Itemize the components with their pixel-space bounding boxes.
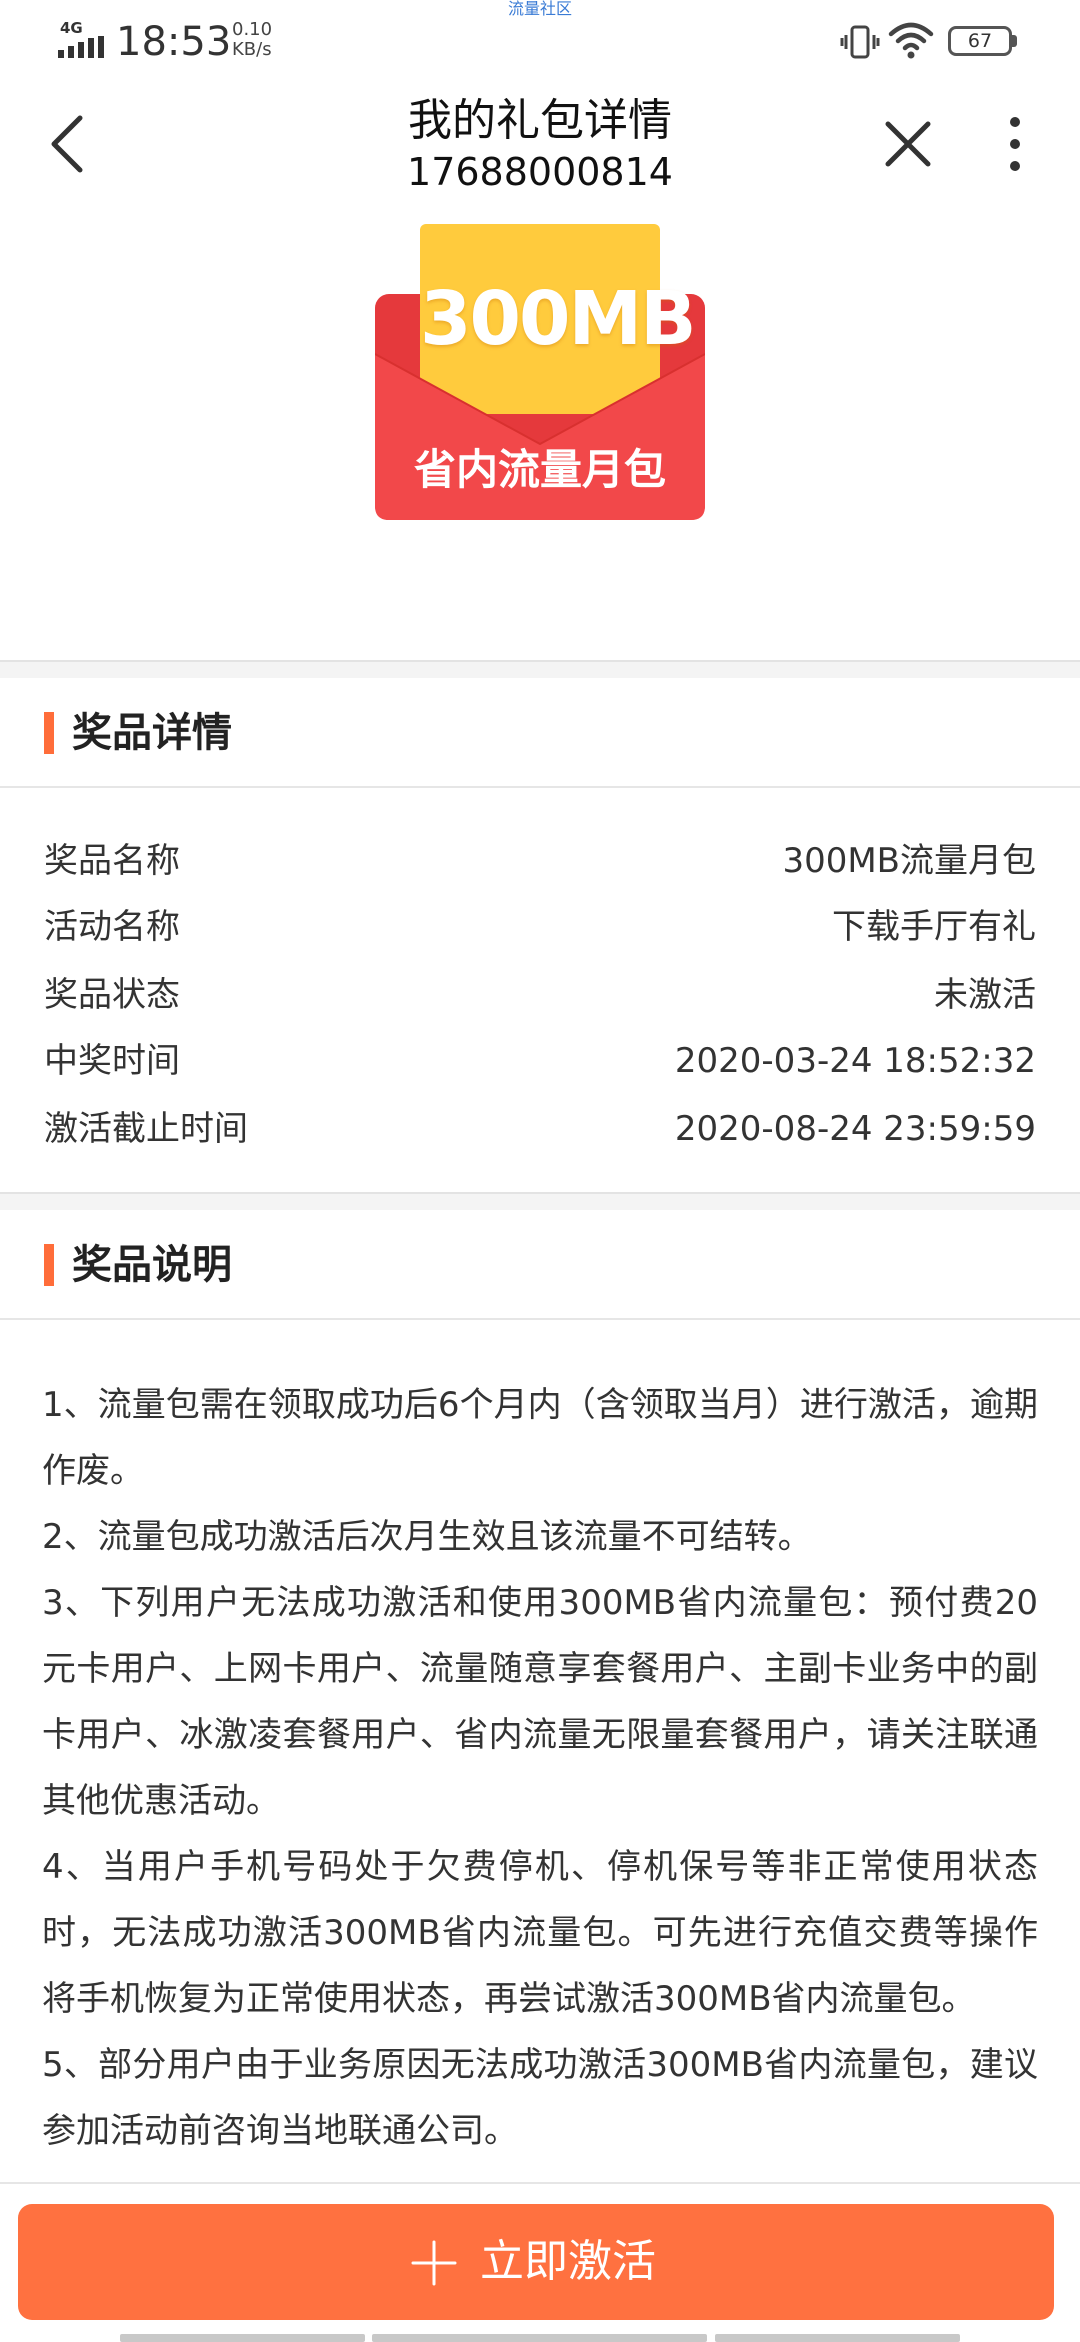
close-icon[interactable] [868,104,948,184]
more-icon[interactable] [990,104,1040,184]
page-title: 我的礼包详情 [408,95,672,146]
detail-row: 中奖时间 2020-03-24 18:52:32 [0,1028,1080,1094]
detail-value: 下载手厅有礼 [832,907,1036,947]
prize-details-list: 奖品名称 300MB流量月包 活动名称 下载手厅有礼 奖品状态 未激活 中奖时间… [0,800,1080,1190]
network-type: 4G [60,19,83,37]
activate-button[interactable]: 立即激活 [18,2204,1054,2320]
plus-icon [411,2240,457,2286]
envelope-label: 省内流量月包 [413,445,666,494]
page-subtitle: 17688000814 [407,150,673,194]
activate-button-label: 立即激活 [480,2236,656,2287]
battery-tip [1012,35,1017,47]
description-item: 4、当用户手机号码处于欠费停机、停机保号等非正常使用状态时，无法成功激活300M… [42,1847,1038,2019]
hero-banner: 300MB 省内流量月包 [0,214,1080,660]
network-speed-value: 0.10 [232,19,273,40]
bottom-action-bar: 立即激活 [0,2182,1080,2342]
detail-label: 活动名称 [44,907,180,947]
status-center-label: 流量社区 [507,0,572,18]
nav-indicator [120,2334,365,2342]
section-divider [0,1192,1080,1210]
battery-icon: 67 [948,26,1020,58]
section-divider [0,660,1080,678]
detail-row: 激活截止时间 2020-08-24 23:59:59 [0,1096,1080,1162]
prize-description-body: 1、流量包需在领取成功后6个月内（含领取当月）进行激活，逾期作废。 2、流量包成… [0,1322,1080,2182]
battery-level: 67 [967,30,993,52]
detail-row: 活动名称 下载手厅有礼 [0,894,1080,960]
title-bar: 我的礼包详情 17688000814 [0,84,1080,214]
wifi-icon [888,22,934,59]
detail-value: 2020-08-24 23:59:59 [674,1109,1036,1149]
gift-envelope-image: 300MB 省内流量月包 [370,214,710,524]
description-item: 1、流量包需在领取成功后6个月内（含领取当月）进行激活，逾期作废。 [42,1385,1038,1491]
detail-value: 300MB流量月包 [782,841,1036,881]
clock: 18:53 [116,19,232,65]
nav-indicator [715,2334,960,2342]
description-text: 1、流量包需在领取成功后6个月内（含领取当月）进行激活，逾期作废。 2、流量包成… [42,1372,1038,2164]
prize-details-header: 奖品详情 [0,678,1080,788]
detail-label: 中奖时间 [44,1041,180,1081]
signal-icon [58,36,104,58]
detail-label: 激活截止时间 [44,1109,248,1149]
detail-label: 奖品状态 [44,975,180,1015]
description-item: 3、下列用户无法成功激活和使用300MB省内流量包：预付费20元卡用户、上网卡用… [42,1583,1038,1821]
network-speed: 0.10 KB/s [232,20,272,60]
detail-row: 奖品状态 未激活 [0,962,1080,1028]
section-title: 奖品详情 [72,710,232,756]
nav-indicator [372,2334,707,2342]
section-accent-bar [44,712,54,754]
section-title: 奖品说明 [72,1242,232,1288]
detail-value: 未激活 [934,975,1036,1015]
vibrate-icon [840,25,880,59]
section-accent-bar [44,1244,54,1286]
back-icon[interactable] [30,104,110,184]
prize-description-header: 奖品说明 [0,1210,1080,1320]
description-item: 5、部分用户由于业务原因无法成功激活300MB省内流量包，建议参加活动前咨询当地… [42,2045,1038,2151]
detail-value: 2020-03-24 18:52:32 [674,1041,1036,1081]
detail-label: 奖品名称 [44,841,180,881]
status-bar: 4G 18:53 0.10 KB/s 流量社区 67 [0,0,1080,84]
description-item: 2、流量包成功激活后次月生效且该流量不可结转。 [42,1517,812,1557]
network-speed-unit: KB/s [232,39,272,60]
detail-row: 奖品名称 300MB流量月包 [0,828,1080,894]
